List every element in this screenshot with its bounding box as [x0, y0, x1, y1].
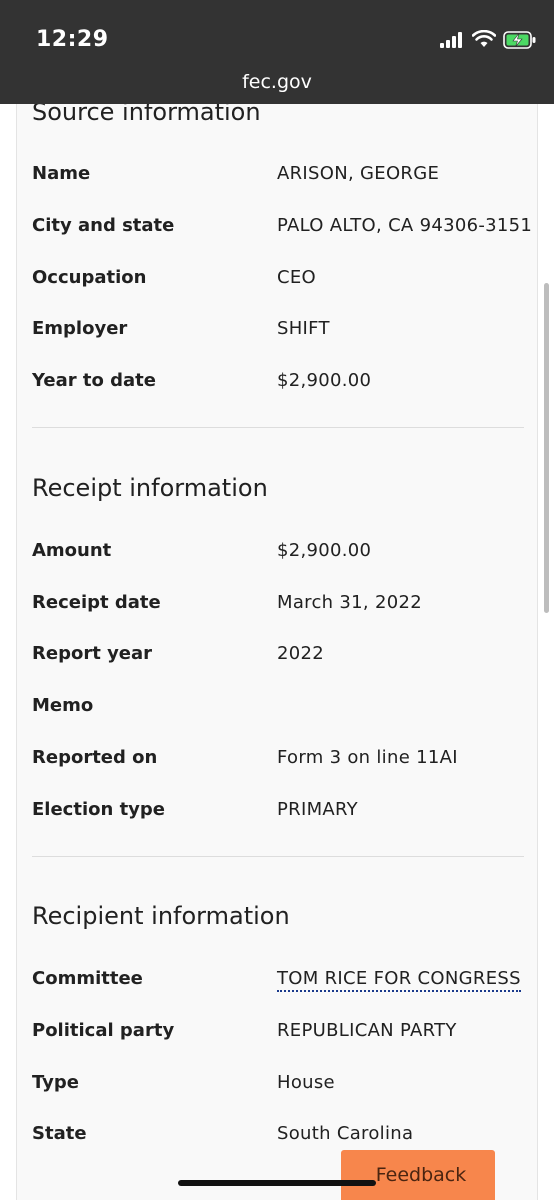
feedback-button[interactable]: Feedback	[341, 1150, 495, 1200]
battery-charging-icon	[503, 31, 536, 49]
source-employer-label: Employer	[32, 318, 128, 339]
recipient-state-label: State	[32, 1123, 87, 1144]
reported-on-value: Form 3 on line 11AI	[277, 747, 458, 768]
browser-status-bar: 12:29 fec.gov	[0, 0, 554, 104]
wifi-icon	[472, 30, 496, 47]
memo-label: Memo	[32, 695, 94, 716]
report-year-value: 2022	[277, 643, 325, 664]
recipient-type-label: Type	[32, 1072, 79, 1093]
source-information-title: Source information	[32, 104, 261, 126]
receipt-date-label: Receipt date	[32, 592, 161, 613]
address-bar-url[interactable]: fec.gov	[0, 71, 554, 93]
source-name-label: Name	[32, 163, 91, 184]
source-city-state-label: City and state	[32, 215, 175, 236]
source-occupation-label: Occupation	[32, 267, 147, 288]
committee-label: Committee	[32, 968, 143, 989]
receipt-date-value: March 31, 2022	[277, 592, 422, 613]
source-employer-value: SHIFT	[277, 318, 330, 339]
source-ytd-value: $2,900.00	[277, 370, 372, 391]
receipt-information-title: Receipt information	[32, 474, 268, 502]
committee-link[interactable]: TOM RICE FOR CONGRESS	[277, 968, 521, 992]
section-divider	[32, 427, 524, 428]
recipient-type-value: House	[277, 1072, 335, 1093]
source-occupation-value: CEO	[277, 267, 317, 288]
clock: 12:29	[36, 27, 109, 52]
home-indicator[interactable]	[178, 1180, 376, 1186]
source-name-value: ARISON, GEORGE	[277, 163, 440, 184]
receipt-detail-panel: Source information Name ARISON, GEORGE C…	[16, 104, 538, 1200]
political-party-value: REPUBLICAN PARTY	[277, 1020, 457, 1041]
cellular-signal-icon	[440, 32, 466, 48]
election-type-value: PRIMARY	[277, 799, 358, 820]
political-party-label: Political party	[32, 1020, 175, 1041]
section-divider	[32, 856, 524, 857]
report-year-label: Report year	[32, 643, 153, 664]
recipient-information-title: Recipient information	[32, 902, 290, 930]
receipt-amount-value: $2,900.00	[277, 540, 372, 561]
election-type-label: Election type	[32, 799, 165, 820]
source-ytd-label: Year to date	[32, 370, 156, 391]
source-city-state-value: PALO ALTO, CA 94306-3151	[277, 215, 533, 236]
vertical-scrollbar[interactable]	[544, 283, 549, 613]
reported-on-label: Reported on	[32, 747, 158, 768]
receipt-amount-label: Amount	[32, 540, 112, 561]
recipient-state-value: South Carolina	[277, 1123, 414, 1144]
